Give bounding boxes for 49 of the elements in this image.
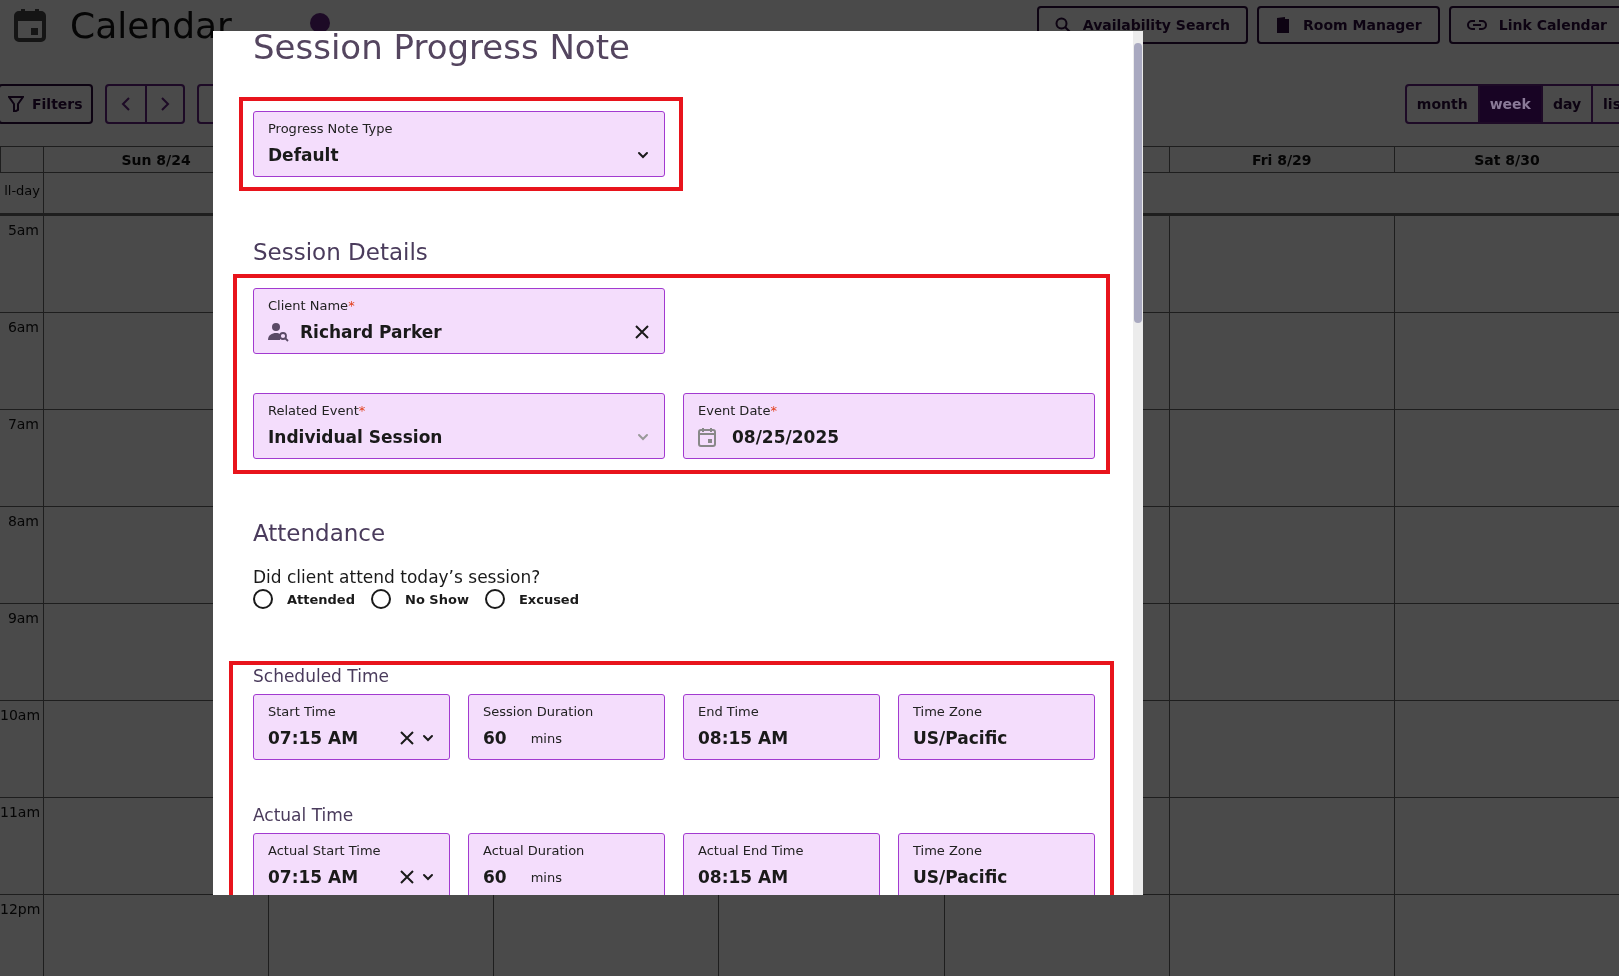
field-label: Time Zone xyxy=(913,703,984,721)
field-label: Start Time xyxy=(268,703,337,721)
date-field[interactable]: Event Date* 08/25/2025 xyxy=(683,393,1095,459)
unit-label: mins xyxy=(530,730,562,746)
select-field[interactable]: Related Event* Individual Session xyxy=(253,393,665,459)
select-field[interactable]: Progress Note Type Default xyxy=(253,111,665,177)
radio-option[interactable]: Attended xyxy=(253,589,355,609)
day-header: Sun 8/24 xyxy=(121,151,191,168)
radio-option[interactable]: No Show xyxy=(371,589,469,609)
day-header: Sat 8/30 xyxy=(1474,151,1540,168)
input-field[interactable]: Time Zone US/Pacific xyxy=(898,694,1095,760)
hour-label: 10am xyxy=(0,706,42,725)
input-field[interactable]: Start Time 07:15 AM xyxy=(253,694,450,760)
input-field[interactable]: Session Duration 60 mins xyxy=(468,694,665,760)
view-tab[interactable]: week xyxy=(1477,86,1541,122)
app-title: Calendar xyxy=(70,4,232,46)
hour-label: 6am xyxy=(6,318,40,337)
subsection-heading: Actual Time xyxy=(253,804,355,826)
section-heading: Session Details xyxy=(253,238,428,267)
all-day-label: ll-day xyxy=(3,182,41,200)
hour-label: 9am xyxy=(6,609,40,628)
section-heading: Attendance xyxy=(253,519,386,548)
field-label: Related Event* xyxy=(268,402,367,420)
input-field[interactable]: Actual Duration 60 mins xyxy=(468,833,665,895)
input-field[interactable]: Actual End Time 08:15 AM xyxy=(683,833,880,895)
hour-label: 11am xyxy=(0,803,42,822)
input-field[interactable]: Client Name* Richard Parker xyxy=(253,288,665,354)
field-label: End Time xyxy=(698,703,760,721)
dialog-title: Session Progress Note xyxy=(253,31,630,69)
unit-label: mins xyxy=(530,869,562,885)
field-label: Time Zone xyxy=(913,842,984,860)
field-label: Session Duration xyxy=(483,703,595,721)
day-header: Fri 8/29 xyxy=(1251,151,1312,168)
hour-label: 8am xyxy=(6,512,40,531)
field-label: Actual Start Time xyxy=(268,842,382,860)
input-field[interactable]: Actual Start Time 07:15 AM xyxy=(253,833,450,895)
radio-option[interactable]: Excused xyxy=(484,589,579,609)
field-label: Progress Note Type xyxy=(268,120,394,138)
question-text: Did client attend today’s session? xyxy=(253,567,541,587)
input-field[interactable]: End Time 08:15 AM xyxy=(683,694,880,760)
hour-label: 5am xyxy=(6,221,40,240)
subsection-heading: Scheduled Time xyxy=(253,665,390,687)
hour-label: 12pm xyxy=(0,900,42,919)
field-label: Event Date* xyxy=(698,402,778,420)
field-label: Actual Duration xyxy=(483,842,586,860)
field-label: Client Name* xyxy=(268,297,356,315)
input-field[interactable]: Time Zone US/Pacific xyxy=(898,833,1095,895)
hour-label: 7am xyxy=(6,415,40,434)
field-label: Actual End Time xyxy=(698,842,805,860)
